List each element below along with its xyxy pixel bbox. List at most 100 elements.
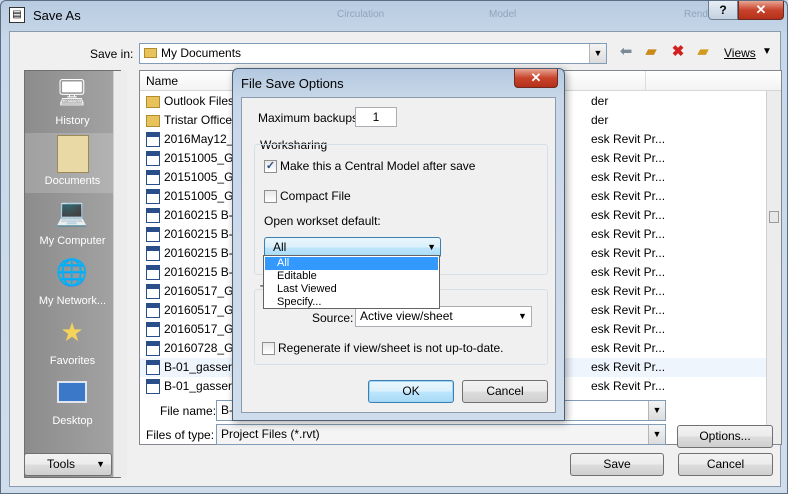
dialog-close-button[interactable]: ✕ [514, 69, 558, 88]
back-icon[interactable]: ⬅ [617, 44, 635, 60]
dialog-title: File Save Options [241, 76, 344, 91]
workset-option-specify[interactable]: Specify... [265, 296, 438, 309]
file-list-scrollbar[interactable] [766, 91, 781, 444]
file-name: B-01_gasser.e [164, 379, 242, 393]
tools-button[interactable]: Tools ▼ [24, 453, 112, 476]
file-type: esk Revit Pr... [591, 265, 666, 279]
folder-icon [146, 115, 160, 127]
file-type: esk Revit Pr... [591, 284, 666, 298]
save-in-value: My Documents [161, 46, 242, 60]
file-type: der [591, 94, 609, 108]
place-desktop[interactable]: Desktop [25, 373, 120, 433]
favorites-icon: ★ [60, 317, 84, 347]
cancel-button[interactable]: Cancel [678, 453, 773, 476]
file-type: esk Revit Pr... [591, 379, 666, 393]
file-save-options-dialog: File Save Options ✕ Maximum backups: 1 W… [232, 68, 565, 421]
views-button[interactable]: Views [724, 46, 756, 60]
scroll-thumb[interactable] [769, 211, 779, 223]
column-header-name[interactable]: Name [146, 74, 178, 88]
app-icon: ▤ [9, 7, 25, 23]
file-type-dropdown[interactable]: Project Files (*.rvt) ▼ [216, 424, 666, 445]
workset-default-label: Open workset default: [264, 214, 381, 228]
chevron-down-icon: ▼ [96, 459, 105, 469]
source-dropdown[interactable]: Active view/sheet ▼ [355, 306, 532, 327]
file-name: 20160215 B-0 [164, 246, 240, 260]
place-favorites[interactable]: ★ Favorites [25, 313, 120, 373]
help-button[interactable]: ? [708, 1, 738, 20]
revit-file-icon [146, 379, 160, 394]
delete-icon[interactable]: ✖ [669, 44, 687, 60]
revit-file-icon [146, 284, 160, 299]
max-backups-label: Maximum backups: [258, 111, 362, 125]
revit-file-icon [146, 189, 160, 204]
file-type: esk Revit Pr... [591, 189, 666, 203]
background-tab-text: Circulation [337, 9, 385, 20]
file-type-value: Project Files (*.rvt) [221, 427, 320, 441]
file-type: esk Revit Pr... [591, 208, 666, 222]
save-button[interactable]: Save [570, 453, 664, 476]
max-backups-input[interactable]: 1 [355, 107, 397, 127]
file-type: esk Revit Pr... [591, 170, 666, 184]
close-button[interactable]: ✕ [738, 1, 784, 20]
chevron-down-icon: ▼ [427, 242, 436, 252]
workset-option-editable[interactable]: Editable [265, 270, 438, 283]
file-name: 20160728_GA [164, 341, 242, 355]
revit-file-icon [146, 322, 160, 337]
file-name: 2016May12_Ic [164, 132, 243, 146]
place-my-network[interactable]: 🌐 My Network... [25, 253, 120, 313]
ok-button[interactable]: OK [368, 380, 454, 403]
central-model-checkbox[interactable]: ✓ [264, 160, 277, 173]
revit-file-icon [146, 170, 160, 185]
chevron-down-icon: ▼ [589, 44, 606, 63]
dialog-cancel-button[interactable]: Cancel [462, 380, 548, 403]
place-my-computer[interactable]: 💻 My Computer [25, 193, 120, 253]
place-label: Desktop [52, 415, 93, 427]
revit-file-icon [146, 265, 160, 280]
file-name: 20160517_GA [164, 303, 242, 317]
revit-file-icon [146, 360, 160, 375]
file-type: esk Revit Pr... [591, 132, 666, 146]
file-type: esk Revit Pr... [591, 151, 666, 165]
column-separator[interactable] [645, 71, 646, 91]
central-model-label: Make this a Central Model after save [280, 159, 476, 173]
window-title: Save As [33, 8, 81, 23]
new-folder-icon[interactable]: ▰ [694, 44, 712, 60]
place-label: History [55, 115, 90, 127]
compact-file-label: Compact File [280, 189, 351, 203]
revit-file-icon [146, 303, 160, 318]
save-in-label: Save in: [90, 47, 134, 61]
background-tab-text: Rend [684, 9, 708, 20]
views-dropdown-icon[interactable]: ▼ [762, 46, 772, 57]
folder-icon [144, 48, 157, 58]
file-name: 20160215 B-0 [164, 265, 240, 279]
regenerate-label: Regenerate if view/sheet is not up-to-da… [278, 341, 504, 355]
source-label: Source: [312, 311, 354, 325]
places-bar: 🖥 History Documents 💻 My Computer 🌐 My N… [24, 70, 121, 478]
place-label: My Computer [39, 235, 106, 247]
workset-dropdown-list: All Editable Last Viewed Specify... [263, 255, 440, 309]
revit-file-icon [146, 132, 160, 147]
place-documents[interactable]: Documents [25, 133, 120, 193]
revit-file-icon [146, 341, 160, 356]
chevron-down-icon: ▼ [518, 311, 527, 321]
title-bar[interactable]: ▤ Save As Circulation Model Rend ? ✕ [1, 1, 787, 29]
file-name: 20151005_GA [164, 170, 242, 184]
up-folder-icon[interactable]: ▰ [642, 44, 660, 60]
background-tab-text: Model [489, 9, 517, 20]
workset-option-all[interactable]: All [265, 257, 438, 270]
save-in-dropdown[interactable]: My Documents ▼ [139, 43, 607, 64]
file-name: 20160215 B-0 [164, 208, 240, 222]
chevron-down-icon: ▼ [648, 401, 665, 420]
file-name-label: File name: [160, 404, 217, 418]
file-type: esk Revit Pr... [591, 360, 666, 374]
workset-option-last-viewed[interactable]: Last Viewed [265, 283, 438, 296]
options-button[interactable]: Options... [677, 425, 773, 448]
chevron-down-icon: ▼ [648, 425, 665, 444]
file-type: der [591, 113, 609, 127]
place-history[interactable]: 🖥 History [25, 73, 120, 133]
regenerate-checkbox[interactable] [262, 342, 275, 355]
revit-file-icon [146, 246, 160, 261]
compact-file-checkbox[interactable] [264, 190, 277, 203]
places-scrollbar[interactable] [113, 71, 127, 477]
workset-default-value: All [273, 240, 287, 254]
